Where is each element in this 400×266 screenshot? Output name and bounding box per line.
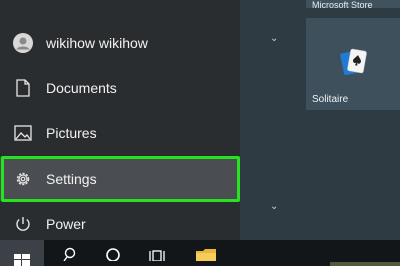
- microsoft-store-tile[interactable]: Microsoft Store: [306, 0, 400, 10]
- settings-highlight-box: [1, 156, 240, 202]
- document-icon: [12, 77, 34, 99]
- power-icon: [12, 213, 34, 235]
- start-menu-middle-column: [240, 0, 298, 240]
- user-name-label: wikihow wikihow: [46, 35, 148, 51]
- windows-start-icon: [14, 254, 30, 266]
- solitaire-cards-icon: [336, 44, 372, 80]
- collapse-chevron-icon[interactable]: ⌄: [270, 34, 278, 44]
- documents-label: Documents: [46, 80, 117, 96]
- solitaire-tile-label: Solitaire: [312, 94, 349, 105]
- task-view-icon[interactable]: [144, 240, 170, 266]
- search-icon[interactable]: [58, 240, 82, 266]
- taskbar: [0, 240, 400, 266]
- start-button[interactable]: [0, 240, 44, 266]
- user-avatar-icon: [12, 32, 34, 54]
- solitaire-tile[interactable]: Solitaire: [306, 18, 400, 110]
- file-explorer-icon[interactable]: [192, 240, 220, 266]
- power-label: Power: [46, 216, 86, 232]
- start-item-documents[interactable]: Documents: [0, 66, 240, 110]
- pictures-label: Pictures: [46, 125, 97, 141]
- start-item-user-account[interactable]: wikihow wikihow: [0, 21, 240, 65]
- pictures-icon: [12, 122, 34, 144]
- microsoft-store-tile-label: Microsoft Store: [312, 0, 373, 10]
- cortana-icon[interactable]: [100, 240, 126, 266]
- start-item-pictures[interactable]: Pictures: [0, 111, 240, 155]
- expand-chevron-icon[interactable]: ⌄: [270, 202, 278, 212]
- taskbar-app-indicator: [330, 262, 400, 266]
